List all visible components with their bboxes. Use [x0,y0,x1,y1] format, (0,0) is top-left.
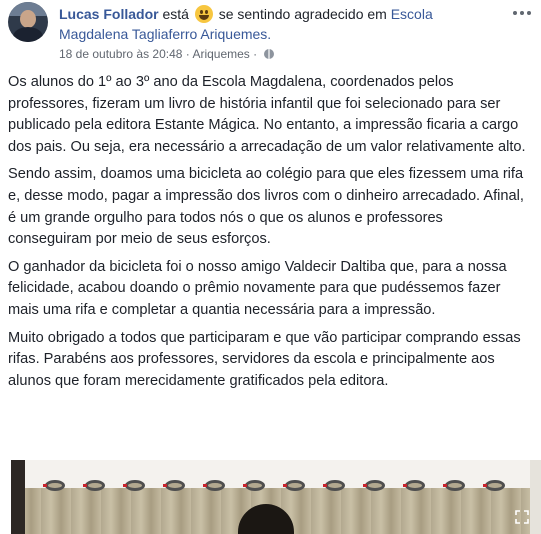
globe-icon[interactable] [263,49,274,59]
post-paragraph: O ganhador da bicicleta foi o nosso amig… [8,258,507,318]
post-header-line1: Lucas Follador está se sentindo agradeci… [59,5,433,23]
avatar-face [20,10,36,28]
curtain-ring [163,480,185,491]
curtain-ring [323,480,345,491]
expand-icon[interactable] [515,510,529,524]
curtain-ring [203,480,225,491]
photo-right-edge [530,460,541,534]
curtain-ring [483,480,505,491]
curtain-ring [83,480,105,491]
post-paragraph: Os alunos do 1º ao 3º ano da Escola Magd… [8,74,526,155]
more-options-icon[interactable] [511,8,533,18]
post-header-line2[interactable]: Magdalena Tagliaferro Ariquemes. [59,25,271,43]
esta-text: está [162,6,189,22]
meta-separator-2: · [253,47,258,61]
curtain-ring [243,480,265,491]
post-text: Os alunos do 1º ao 3º ano da Escola Magd… [8,72,530,398]
curtain-ring [403,480,425,491]
post-paragraph: Sendo assim, doamos uma bicicleta ao col… [8,166,524,248]
post-date[interactable]: 18 de outubro às 20:48 [59,47,182,61]
place-link[interactable]: Escola [391,6,433,22]
curtain-ring [43,480,65,491]
facebook-post: Lucas Follador está se sentindo agradeci… [0,0,541,534]
curtain-ring [363,480,385,491]
avatar[interactable] [8,2,48,42]
post-header: Lucas Follador está se sentindo agradeci… [0,0,541,66]
author-name[interactable]: Lucas Follador [59,6,159,22]
photo-left-shadow [11,460,25,534]
post-photo[interactable] [11,460,541,534]
avatar-body [13,27,43,42]
place-link-continued[interactable]: Magdalena Tagliaferro Ariquemes. [59,26,271,42]
curtain-ring [443,480,465,491]
post-meta: 18 de outubro às 20:48 · Ariquemes · [59,46,274,62]
curtain-ring [123,480,145,491]
grinning-emoji-icon [194,5,213,23]
post-location[interactable]: Ariquemes [192,47,249,61]
post-paragraph: Muito obrigado a todos que participaram … [8,329,521,389]
feeling-text: se sentindo agradecido em [218,6,387,22]
meta-separator: · [185,47,190,61]
curtain-ring [283,480,305,491]
